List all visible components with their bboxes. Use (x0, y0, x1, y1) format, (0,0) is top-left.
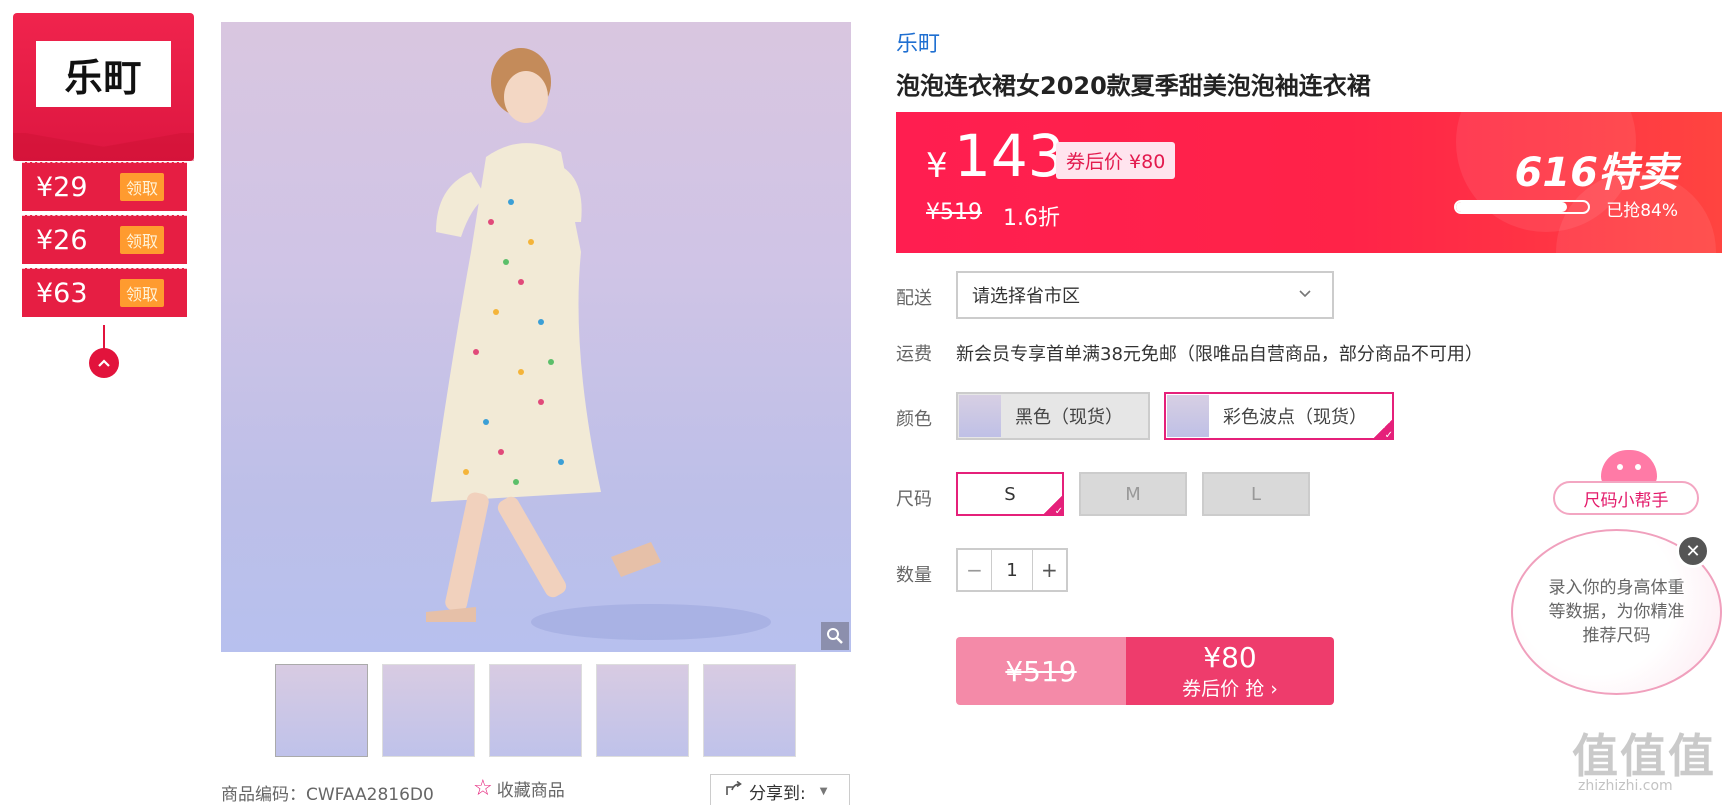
coupon-claim-button[interactable]: 领取 (120, 173, 165, 201)
product-main-image[interactable] (221, 22, 851, 652)
chevron-down-icon (1298, 283, 1312, 304)
thumbnail[interactable] (596, 664, 689, 757)
price-banner: ¥ 143 券后价 ¥80 ¥519 1.6折 616特卖 已抢84% (896, 112, 1722, 253)
share-icon (725, 780, 743, 802)
coupon-item[interactable]: ¥63 领取 (22, 268, 187, 317)
quantity-label: 数量 (896, 565, 932, 586)
quantity-value[interactable]: 1 (991, 550, 1033, 590)
chevron-up-icon[interactable] (89, 348, 119, 378)
size-option-label: L (1250, 483, 1262, 505)
coupon-price: ¥26 (36, 224, 88, 256)
size-option-label: M (1125, 483, 1141, 505)
shipping-label: 运费 (896, 344, 932, 365)
model-illustration (426, 48, 771, 640)
coupon-buy-label: 券后价 抢 › (1182, 677, 1278, 700)
discount-rate: 1.6折 (1003, 206, 1060, 231)
close-icon[interactable]: ✕ (1676, 534, 1710, 568)
increment-button[interactable]: + (1033, 550, 1066, 590)
shipping-info: 新会员专享首单满38元免邮（限唯品自营商品，部分商品不可用） (956, 344, 1483, 365)
check-icon (1042, 494, 1064, 517)
original-price: ¥519 (926, 200, 982, 225)
coupon-price: ¥29 (36, 171, 88, 203)
buy-with-coupon-button[interactable]: ¥80 券后价 抢 › (1126, 637, 1334, 705)
product-code: 商品编码：CWFAA2816D0 (221, 785, 434, 805)
favorite-label: 收藏商品 (496, 781, 565, 801)
size-option-label: S (1004, 483, 1016, 505)
region-select-value: 请选择省市区 (972, 286, 1080, 307)
watermark-logo: 值值值 (1572, 729, 1716, 783)
share-button[interactable]: 分享到: ▼ (710, 774, 850, 805)
thumbnail[interactable] (703, 664, 796, 757)
coupon-claim-button[interactable]: 领取 (120, 226, 165, 254)
color-label: 颜色 (896, 409, 932, 430)
event-logo: 616特卖 (1514, 150, 1679, 196)
zoom-icon[interactable] (821, 622, 849, 650)
region-select[interactable]: 请选择省市区 (956, 271, 1334, 319)
size-helper-button[interactable]: 尺码小帮手 (1553, 481, 1699, 515)
color-option-black[interactable]: 黑色（现货） (956, 392, 1150, 440)
sold-progress-text: 已抢84% (1606, 201, 1678, 221)
watermark-url: zhizhizhi.com (1578, 778, 1673, 794)
original-price-button[interactable]: ¥519 (956, 637, 1126, 705)
size-option-s[interactable]: S (956, 472, 1064, 517)
star-icon: ☆ (473, 776, 493, 801)
color-option-polka-dot[interactable]: 彩色波点（现货） (1164, 392, 1394, 441)
quantity-stepper: − 1 + (956, 548, 1068, 592)
color-option-label: 彩色波点（现货） (1223, 407, 1367, 428)
thumbnail-strip (275, 664, 796, 757)
size-label: 尺码 (896, 489, 932, 510)
size-option-l[interactable]: L (1202, 472, 1310, 516)
size-option-m[interactable]: M (1079, 472, 1187, 516)
delivery-label: 配送 (896, 288, 932, 309)
sold-progress-bar (1454, 200, 1590, 214)
share-label: 分享到: (749, 783, 806, 804)
coupon-buy-price: ¥80 (1203, 640, 1257, 674)
brand-logo: 乐町 (36, 41, 171, 107)
sold-progress-fill (1456, 202, 1567, 212)
favorite-button[interactable]: ☆ 收藏商品 (473, 776, 565, 801)
thumbnail[interactable] (489, 664, 582, 757)
decrement-button[interactable]: − (958, 550, 991, 590)
coupon-price-tag: 券后价 ¥80 (1056, 142, 1176, 179)
color-option-label: 黑色（现货） (1015, 407, 1123, 428)
current-price: 143 (954, 122, 1065, 190)
caret-down-icon: ▼ (819, 785, 828, 797)
brand-badge: 乐町 (13, 13, 194, 161)
currency-symbol: ¥ (926, 146, 948, 186)
brand-link[interactable]: 乐町 (896, 26, 940, 58)
thumbnail[interactable] (275, 664, 368, 757)
product-title: 泡泡连衣裙女2020款夏季甜美泡泡袖连衣裙 (896, 72, 1371, 100)
coupon-price: ¥63 (36, 277, 88, 309)
color-swatch (959, 395, 1001, 437)
coupon-item[interactable]: ¥26 领取 (22, 215, 187, 264)
color-swatch (1167, 395, 1209, 437)
thumbnail[interactable] (382, 664, 475, 757)
check-icon (1372, 418, 1394, 441)
coupon-claim-button[interactable]: 领取 (120, 279, 165, 307)
coupon-item[interactable]: ¥29 领取 (22, 162, 187, 211)
